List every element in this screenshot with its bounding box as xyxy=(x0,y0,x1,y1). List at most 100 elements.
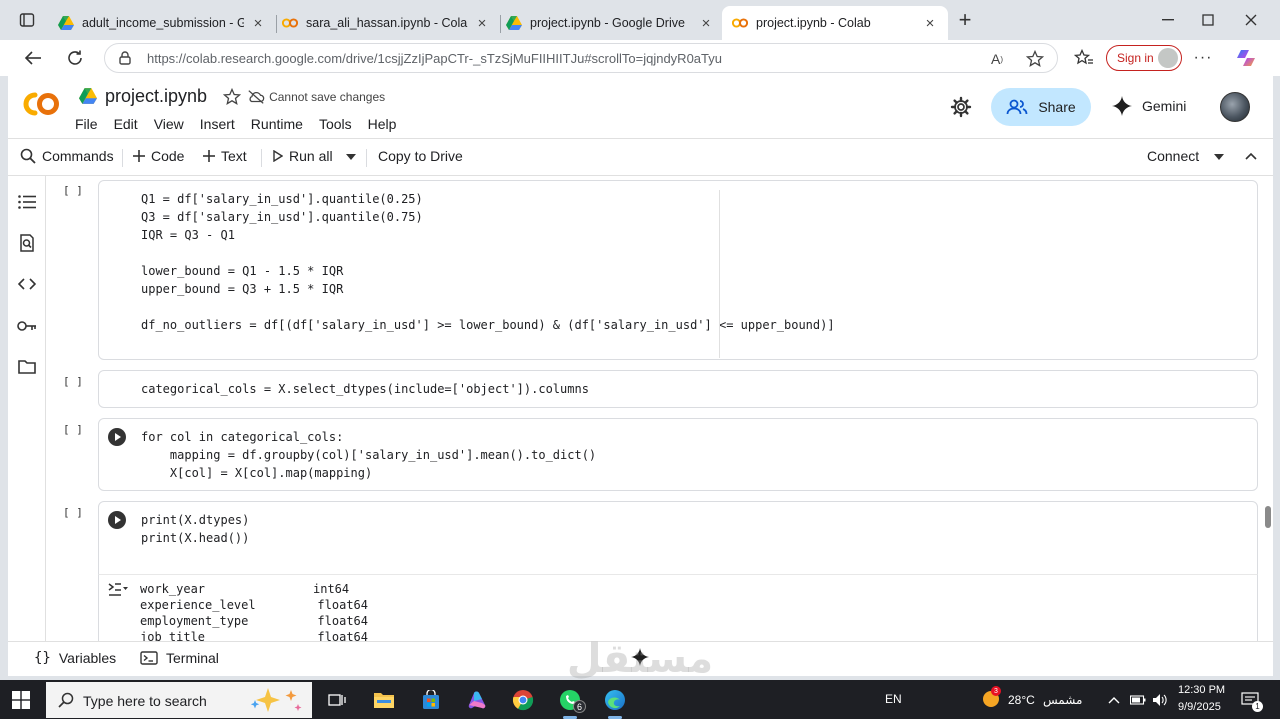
output-row: employment_type float64 xyxy=(140,614,368,628)
colab-logo-icon[interactable] xyxy=(21,90,61,118)
collapse-chevron-icon[interactable] xyxy=(1245,152,1257,160)
browser-tab-project-colab[interactable]: project.ipynb - Colab × xyxy=(722,6,948,40)
table-of-contents-icon[interactable] xyxy=(17,192,37,212)
run-all-button[interactable]: Run all xyxy=(273,148,333,164)
weather-sun-icon[interactable]: 3 xyxy=(982,686,1001,708)
close-icon[interactable]: × xyxy=(474,15,490,32)
reload-button[interactable] xyxy=(62,46,88,70)
weather-condition[interactable]: مشمس xyxy=(1043,693,1082,707)
maximize-button[interactable] xyxy=(1194,8,1222,32)
read-aloud-icon[interactable]: A) xyxy=(987,49,1007,69)
plus-icon xyxy=(133,150,145,162)
copy-to-drive-button[interactable]: Copy to Drive xyxy=(378,148,463,164)
notification-count: 1 xyxy=(1252,701,1263,712)
cell-code[interactable]: for col in categorical_cols: mapping = d… xyxy=(141,428,596,482)
close-window-button[interactable] xyxy=(1237,8,1265,32)
site-info-icon[interactable] xyxy=(117,50,133,66)
find-replace-icon[interactable] xyxy=(17,233,37,253)
output-value: float64 xyxy=(317,630,368,641)
files-folder-icon[interactable] xyxy=(17,357,37,377)
clock-date[interactable]: 9/9/2025 xyxy=(1178,701,1221,713)
share-button[interactable]: Share xyxy=(991,88,1091,126)
chrome-icon[interactable] xyxy=(508,685,538,715)
share-label: Share xyxy=(1038,99,1076,115)
minimize-button[interactable] xyxy=(1154,8,1182,32)
run-all-dropdown-icon[interactable] xyxy=(346,154,356,160)
menu-file[interactable]: File xyxy=(75,116,98,132)
file-explorer-icon[interactable] xyxy=(369,685,399,715)
task-view-icon[interactable] xyxy=(322,685,352,715)
search-highlight-sparkles-icon xyxy=(246,686,306,714)
menu-runtime[interactable]: Runtime xyxy=(251,116,303,132)
close-icon[interactable]: × xyxy=(250,15,266,32)
new-tab-button[interactable]: + xyxy=(954,9,976,32)
terminal-button[interactable]: Terminal xyxy=(140,650,219,666)
copilot-icon[interactable] xyxy=(1233,46,1259,70)
cell-code[interactable]: print(X.dtypes) print(X.head()) xyxy=(141,511,249,547)
output-actions-icon[interactable] xyxy=(108,582,128,598)
taskbar-search-box[interactable]: Type here to search xyxy=(46,682,312,718)
temperature[interactable]: 28°C xyxy=(1008,693,1035,707)
menu-help[interactable]: Help xyxy=(368,116,397,132)
secrets-key-icon[interactable] xyxy=(17,316,37,336)
notebook-scrollbar[interactable] xyxy=(1265,506,1271,528)
browser-tab-adult-income[interactable]: adult_income_submission - Googl × xyxy=(48,6,276,40)
output-value: float64 xyxy=(317,614,368,628)
menu-view[interactable]: View xyxy=(154,116,184,132)
browser-tab-project-drive[interactable]: project.ipynb - Google Drive × xyxy=(496,6,724,40)
close-icon[interactable]: × xyxy=(922,15,938,32)
colab-icon xyxy=(282,15,298,31)
account-avatar[interactable] xyxy=(1220,92,1250,122)
favorites-icon[interactable] xyxy=(1071,46,1097,70)
browser-address-bar: https://colab.research.google.com/drive/… xyxy=(0,40,1280,76)
browser-tab-strip: adult_income_submission - Googl × sara_a… xyxy=(0,0,1280,40)
add-text-button[interactable]: Text xyxy=(203,148,247,164)
run-cell-button[interactable] xyxy=(108,428,126,446)
search-icon xyxy=(58,692,74,708)
back-button[interactable] xyxy=(20,46,46,70)
sign-in-button[interactable]: Sign in xyxy=(1106,45,1182,71)
commands-button[interactable]: Commands xyxy=(20,148,114,164)
weather-badge: 3 xyxy=(991,686,1001,696)
cell-code[interactable]: Q1 = df['salary_in_usd'].quantile(0.25) … xyxy=(141,190,835,334)
terminal-icon xyxy=(140,651,158,665)
microsoft-365-icon[interactable] xyxy=(462,685,492,715)
notebook-name[interactable]: project.ipynb xyxy=(105,86,207,107)
code-snippets-icon[interactable] xyxy=(17,274,37,294)
chevron-up-icon[interactable] xyxy=(1106,692,1122,708)
cell-code[interactable]: categorical_cols = X.select_dtypes(inclu… xyxy=(141,380,589,398)
connect-button[interactable]: Connect xyxy=(1147,148,1199,164)
edge-icon[interactable] xyxy=(600,685,630,719)
output-key: experience_level xyxy=(140,598,256,612)
colab-header: project.ipynb Cannot save changes File E… xyxy=(8,76,1273,138)
star-icon[interactable] xyxy=(223,87,242,106)
notebook-toolbar: Commands Code Text Run all Copy to Drive… xyxy=(8,138,1273,176)
variables-button[interactable]: {} Variables xyxy=(34,650,116,666)
tab-actions-icon[interactable] xyxy=(18,11,36,29)
volume-icon[interactable] xyxy=(1152,692,1168,708)
microsoft-store-icon[interactable] xyxy=(416,685,446,715)
more-options-icon[interactable]: ··· xyxy=(1190,46,1216,70)
menu-insert[interactable]: Insert xyxy=(200,116,235,132)
whatsapp-icon[interactable]: 6 xyxy=(555,685,586,719)
favorite-star-icon[interactable] xyxy=(1025,49,1045,69)
battery-icon[interactable] xyxy=(1130,692,1146,708)
clock-time[interactable]: 12:30 PM xyxy=(1178,684,1225,696)
menu-tools[interactable]: Tools xyxy=(319,116,352,132)
url-bar[interactable]: https://colab.research.google.com/drive/… xyxy=(104,43,1058,73)
gemini-sparkle-icon[interactable] xyxy=(631,648,651,668)
run-cell-button[interactable] xyxy=(108,511,126,529)
notifications-icon[interactable]: 1 xyxy=(1240,690,1263,712)
people-icon xyxy=(1006,98,1028,116)
add-code-button[interactable]: Code xyxy=(133,148,184,164)
browser-tab-sara-colab[interactable]: sara_ali_hassan.ipynb - Colab × xyxy=(272,6,500,40)
gemini-button[interactable]: Gemini xyxy=(1112,96,1186,116)
connect-dropdown-icon[interactable] xyxy=(1214,154,1224,160)
input-language[interactable]: EN xyxy=(885,692,902,706)
close-icon[interactable]: × xyxy=(698,15,714,32)
menu-edit[interactable]: Edit xyxy=(114,116,138,132)
menu-bar: File Edit View Insert Runtime Tools Help xyxy=(75,116,412,132)
settings-gear-icon[interactable] xyxy=(950,96,972,118)
drive-icon[interactable] xyxy=(79,87,97,106)
windows-start-icon[interactable] xyxy=(12,691,30,709)
